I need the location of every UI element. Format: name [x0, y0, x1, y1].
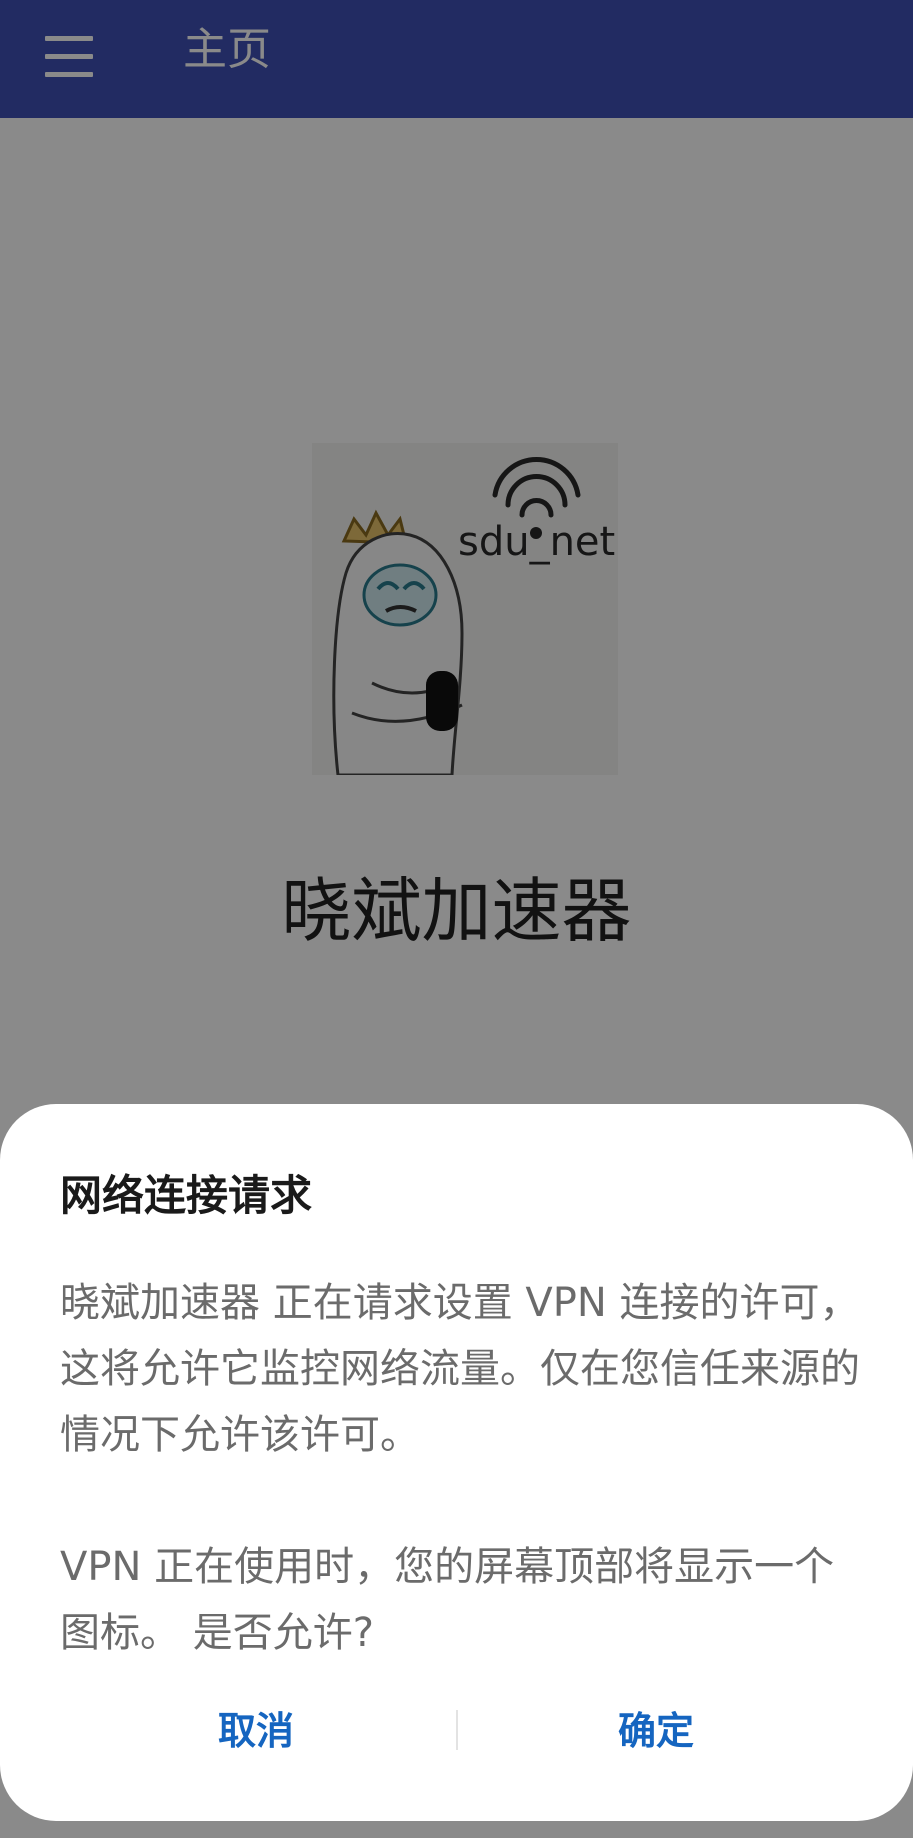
cancel-button[interactable]: 取消 — [56, 1692, 456, 1770]
dialog-actions: 取消 确定 — [0, 1692, 913, 1770]
vpn-permission-dialog: 网络连接请求 晓斌加速器 正在请求设置 VPN 连接的许可，这将允许它监控网络流… — [0, 1104, 913, 1821]
confirm-button[interactable]: 确定 — [456, 1692, 856, 1770]
dialog-title: 网络连接请求 — [60, 1171, 313, 1220]
dialog-message: 晓斌加速器 正在请求设置 VPN 连接的许可，这将允许它监控网络流量。仅在您信任… — [60, 1280, 860, 1656]
